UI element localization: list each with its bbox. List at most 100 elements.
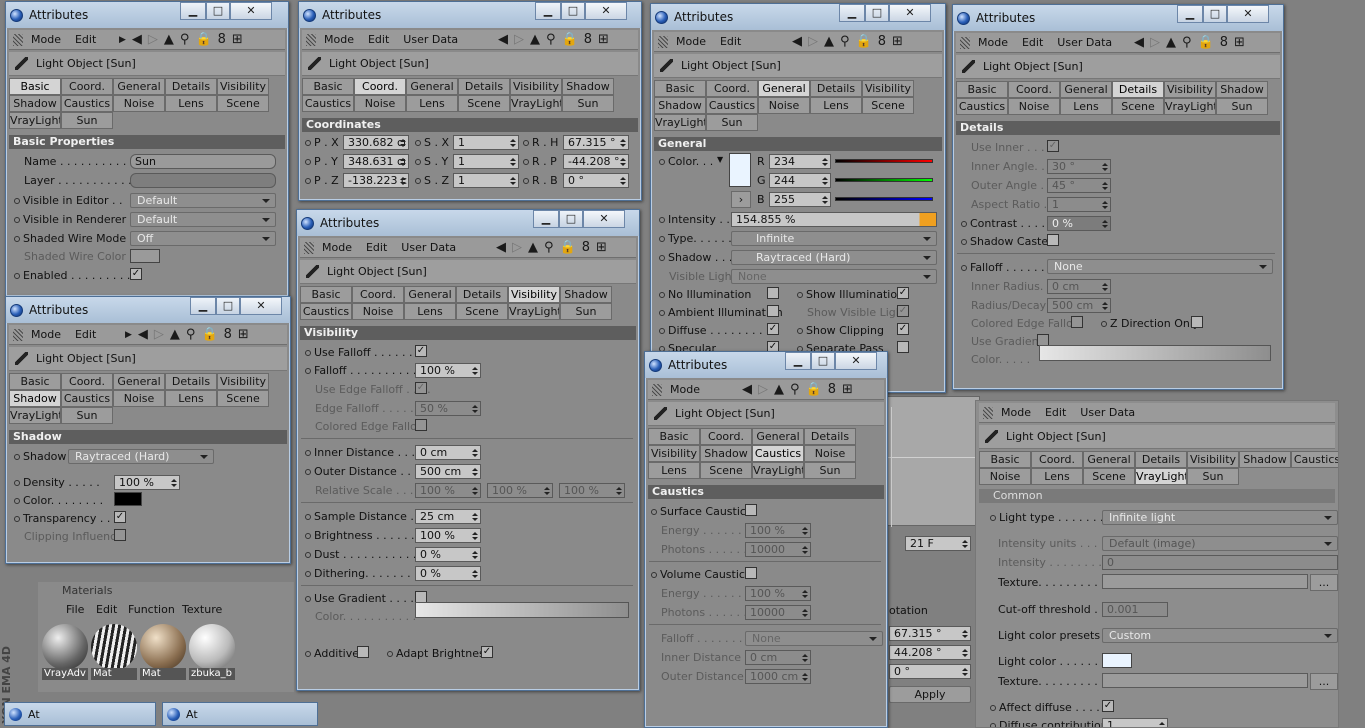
search-icon[interactable]: ⚲	[546, 32, 556, 47]
tab-basic[interactable]: Basic	[302, 78, 354, 95]
up-arrow-icon[interactable]: ▲	[824, 34, 834, 49]
tab-shadow[interactable]: Shadow	[562, 78, 614, 95]
lock-icon[interactable]: 🔒	[856, 34, 872, 49]
tab-caustics[interactable]: Caustics	[61, 390, 113, 407]
show-illumination-checkbox[interactable]: ✓	[897, 287, 909, 299]
tab-details[interactable]: Details	[456, 286, 508, 303]
menu-user-data[interactable]: User Data	[401, 241, 456, 254]
sample-distance-field[interactable]: 25 cm	[415, 509, 481, 524]
tab-details[interactable]: Details	[810, 80, 862, 97]
sz-field[interactable]: 1	[453, 173, 519, 188]
tab-caustics[interactable]: Caustics	[300, 303, 352, 320]
tab-details[interactable]: Details	[165, 78, 217, 95]
tab-caustics[interactable]: Caustics	[706, 97, 758, 114]
menu-user-data[interactable]: User Data	[403, 33, 458, 46]
energy-field[interactable]: 100 %	[745, 523, 811, 538]
maximize-button[interactable]: □	[216, 297, 240, 315]
aspect-ratio-field[interactable]: 1	[1047, 197, 1111, 212]
tab-general[interactable]: General	[1060, 81, 1112, 98]
tab-sun[interactable]: Sun	[1216, 98, 1268, 115]
bg-rot-p[interactable]: 44.208 °	[889, 645, 971, 660]
diffuse-checkbox[interactable]: ✓	[767, 323, 779, 335]
close-button[interactable]: ✕	[230, 2, 272, 20]
menu-edit[interactable]: Edit	[75, 328, 96, 341]
b-field[interactable]: 255	[769, 192, 831, 207]
maximize-button[interactable]: □	[1203, 5, 1227, 23]
rb-field[interactable]: 0 °	[563, 173, 629, 188]
new-panel-icon[interactable]: ⊞	[238, 327, 249, 342]
menu-user-data[interactable]: User Data	[1057, 36, 1112, 49]
new-panel-icon[interactable]: ⊞	[598, 32, 609, 47]
light-color-swatch[interactable]	[1102, 653, 1132, 668]
menu-user-data[interactable]: User Data	[1080, 406, 1135, 419]
ambient-checkbox[interactable]	[767, 305, 779, 317]
tab-basic[interactable]: Basic	[654, 80, 706, 97]
menu-edit[interactable]: Edit	[720, 35, 741, 48]
new-panel-icon[interactable]: ⊞	[842, 382, 853, 397]
texture2-more-button[interactable]: ...	[1310, 673, 1338, 690]
tab-vraylight[interactable]: VrayLight	[510, 95, 562, 112]
caustics-outer-field[interactable]: 1000 cm	[745, 669, 811, 684]
tab-shadow[interactable]: Shadow	[9, 95, 61, 112]
texture-field[interactable]	[1102, 574, 1308, 589]
back-arrow-icon[interactable]: ◀	[496, 240, 506, 255]
menu-edit[interactable]: Edit	[1045, 406, 1066, 419]
type-dropdown[interactable]: Infinite	[731, 231, 937, 246]
tab-vraylight[interactable]: VrayLight	[9, 407, 61, 424]
tab-noise[interactable]: Noise	[354, 95, 406, 112]
link-icon[interactable]: 8	[224, 327, 232, 342]
forward-arrow-icon[interactable]: ▷	[148, 32, 158, 47]
tab-basic[interactable]: Basic	[9, 373, 61, 390]
px-field[interactable]: 330.682 cı	[343, 135, 409, 150]
menu-edit[interactable]: Edit	[75, 33, 96, 46]
minimized-window[interactable]: At	[4, 702, 156, 726]
minimize-button[interactable]: ▁	[535, 2, 561, 20]
outer-angle-field[interactable]: 45 °	[1047, 178, 1111, 193]
mat-menu-function[interactable]: Function	[128, 603, 175, 616]
expand-arrow-icon[interactable]: ▶	[125, 330, 132, 340]
tab-sun[interactable]: Sun	[804, 462, 856, 479]
tab-basic[interactable]: Basic	[956, 81, 1008, 98]
tab-shadow[interactable]: Shadow	[560, 286, 612, 303]
enabled-checkbox[interactable]: ✓	[130, 268, 142, 280]
tab-visibility[interactable]: Visibility	[1187, 451, 1239, 468]
tab-shadow[interactable]: Shadow	[1239, 451, 1291, 468]
tab-visibility[interactable]: Visibility	[510, 78, 562, 95]
affect-diffuse-checkbox[interactable]: ✓	[1102, 700, 1114, 712]
search-icon[interactable]: ⚲	[180, 32, 190, 47]
transparency-checkbox[interactable]: ✓	[114, 511, 126, 523]
tab-visibility[interactable]: Visibility	[862, 80, 914, 97]
volume-energy-field[interactable]: 100 %	[745, 586, 811, 601]
tab-general[interactable]: General	[113, 78, 165, 95]
dithering-field[interactable]: 0 %	[415, 566, 481, 581]
lock-icon[interactable]: 🔒	[562, 32, 578, 47]
tab-scene[interactable]: Scene	[458, 95, 510, 112]
tab-basic[interactable]: Basic	[9, 78, 61, 95]
minimize-button[interactable]: ▁	[190, 297, 216, 315]
g-slider[interactable]	[835, 178, 933, 182]
link-icon[interactable]: 8	[1220, 35, 1228, 50]
tab-coord[interactable]: Coord.	[352, 286, 404, 303]
contrast-field[interactable]: 0 %	[1047, 216, 1111, 231]
menu-mode[interactable]: Mode	[670, 383, 700, 396]
title-bar[interactable]: Attributes ▁ □ ✕	[953, 5, 1283, 31]
tab-coord[interactable]: Coord.	[706, 80, 758, 97]
use-falloff-checkbox[interactable]: ✓	[415, 345, 427, 357]
brightness-field[interactable]: 100 %	[415, 528, 481, 543]
tab-scene[interactable]: Scene	[217, 95, 269, 112]
intensity-units-dropdown[interactable]: Default (image)	[1102, 536, 1338, 551]
tab-general[interactable]: General	[406, 78, 458, 95]
apply-button[interactable]: Apply	[889, 686, 971, 703]
menu-edit[interactable]: Edit	[366, 241, 387, 254]
minimized-window[interactable]: At	[162, 702, 318, 726]
forward-arrow-icon[interactable]: ▷	[154, 327, 164, 342]
tab-sun[interactable]: Sun	[562, 95, 614, 112]
frame-field[interactable]: 21 F	[905, 536, 971, 551]
edge-falloff-field[interactable]: 50 %	[415, 401, 481, 416]
link-icon[interactable]: 8	[878, 34, 886, 49]
tab-general[interactable]: General	[1083, 451, 1135, 468]
menu-mode[interactable]: Mode	[978, 36, 1008, 49]
tab-noise[interactable]: Noise	[113, 390, 165, 407]
new-panel-icon[interactable]: ⊞	[1234, 35, 1245, 50]
use-edge-checkbox[interactable]: ✓	[415, 382, 427, 394]
